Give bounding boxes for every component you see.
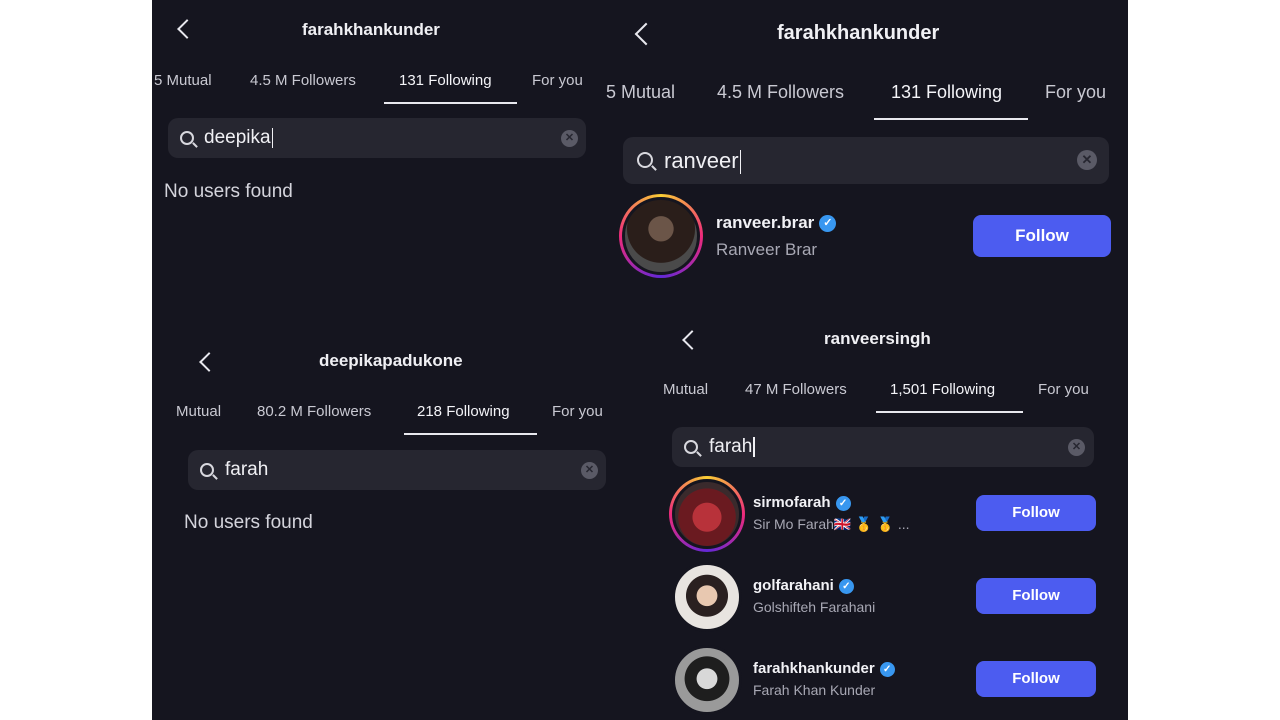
tab-for-you[interactable]: For you — [1045, 82, 1106, 103]
tab-followers[interactable]: 4.5 M Followers — [250, 72, 356, 89]
panel-deepikapadukone-search-farah: deepikapadukone Mutual 80.2 M Followers … — [152, 310, 622, 720]
tab-following[interactable]: 1,501 Following — [890, 381, 995, 398]
result-handle[interactable]: golfarahani ✓ — [753, 577, 854, 594]
follow-button[interactable]: Follow — [973, 215, 1111, 257]
profile-username: farahkhankunder — [302, 20, 440, 39]
verified-badge-icon: ✓ — [819, 215, 837, 233]
result-handle[interactable]: farahkhankunder ✓ — [753, 660, 895, 677]
clear-x-icon[interactable]: ✕ — [561, 130, 578, 147]
search-query: deepika — [204, 127, 271, 148]
search-icon — [200, 463, 214, 477]
search-icon — [684, 440, 698, 454]
panel-ranveersingh-search-farah: ranveersingh Mutual 47 M Followers 1,501… — [622, 305, 1128, 720]
verified-badge-icon: ✓ — [838, 578, 854, 594]
tab-followers[interactable]: 4.5 M Followers — [717, 82, 844, 103]
result-handle[interactable]: ranveer.brar ✓ — [716, 213, 837, 233]
profile-username: farahkhankunder — [777, 22, 940, 44]
search-input[interactable]: farah ✕ — [672, 427, 1094, 467]
tab-following[interactable]: 131 Following — [891, 82, 1002, 103]
tab-following[interactable]: 218 Following — [417, 403, 510, 420]
back-chevron-left-icon[interactable] — [634, 22, 658, 46]
panel-farahkhankunder-search-deepika: farahkhankunder 5 Mutual 4.5 M Followers… — [152, 0, 610, 310]
avatar[interactable] — [672, 479, 742, 549]
tab-for-you[interactable]: For you — [552, 403, 603, 420]
tab-for-you[interactable]: For you — [1038, 381, 1089, 398]
tab-mutual[interactable]: 5 Mutual — [154, 72, 212, 89]
verified-badge-icon: ✓ — [879, 661, 895, 677]
tab-mutual[interactable]: Mutual — [176, 403, 221, 420]
avatar[interactable] — [672, 562, 742, 632]
profile-username: ranveersingh — [824, 329, 931, 348]
no-users-message: No users found — [184, 512, 313, 533]
result-full-name: Sir Mo Farah🇬🇧 🥇 🥇 ... — [753, 516, 910, 532]
result-handle[interactable]: sirmofarah ✓ — [753, 494, 851, 511]
tab-mutual[interactable]: Mutual — [663, 381, 708, 398]
clear-x-icon[interactable]: ✕ — [1077, 150, 1097, 170]
active-tab-underline — [404, 433, 537, 435]
tab-followers[interactable]: 80.2 M Followers — [257, 403, 371, 420]
back-chevron-left-icon[interactable] — [199, 352, 219, 372]
active-tab-underline — [876, 411, 1023, 413]
no-users-message: No users found — [164, 181, 293, 202]
tab-mutual[interactable]: 5 Mutual — [606, 82, 675, 103]
result-full-name: Golshifteh Farahani — [753, 599, 876, 615]
result-full-name: Ranveer Brar — [716, 240, 818, 259]
search-query: ranveer — [664, 148, 739, 173]
search-icon — [180, 131, 194, 145]
search-icon — [637, 152, 653, 168]
follow-button[interactable]: Follow — [976, 661, 1096, 697]
tab-for-you[interactable]: For you — [532, 72, 583, 89]
follow-button[interactable]: Follow — [976, 495, 1096, 531]
avatar[interactable] — [672, 645, 742, 715]
panel-farahkhankunder-search-ranveer: farahkhankunder 5 Mutual 4.5 M Followers… — [596, 0, 1128, 330]
search-input[interactable]: ranveer ✕ — [623, 137, 1109, 184]
active-tab-underline — [874, 118, 1028, 120]
active-tab-underline — [384, 102, 517, 104]
search-input[interactable]: deepika ✕ — [168, 118, 586, 158]
search-query: farah — [709, 436, 753, 457]
clear-x-icon[interactable]: ✕ — [1068, 439, 1085, 456]
avatar[interactable] — [622, 197, 700, 275]
back-chevron-left-icon[interactable] — [682, 330, 702, 350]
search-query: farah — [225, 459, 269, 480]
back-chevron-left-icon[interactable] — [177, 19, 197, 39]
clear-x-icon[interactable]: ✕ — [581, 462, 598, 479]
follow-button[interactable]: Follow — [976, 578, 1096, 614]
result-full-name: Farah Khan Kunder — [753, 682, 876, 698]
tab-followers[interactable]: 47 M Followers — [745, 381, 847, 398]
verified-badge-icon: ✓ — [835, 495, 851, 511]
search-input[interactable]: farah ✕ — [188, 450, 606, 490]
tab-following[interactable]: 131 Following — [399, 72, 492, 89]
profile-username: deepikapadukone — [319, 351, 463, 370]
